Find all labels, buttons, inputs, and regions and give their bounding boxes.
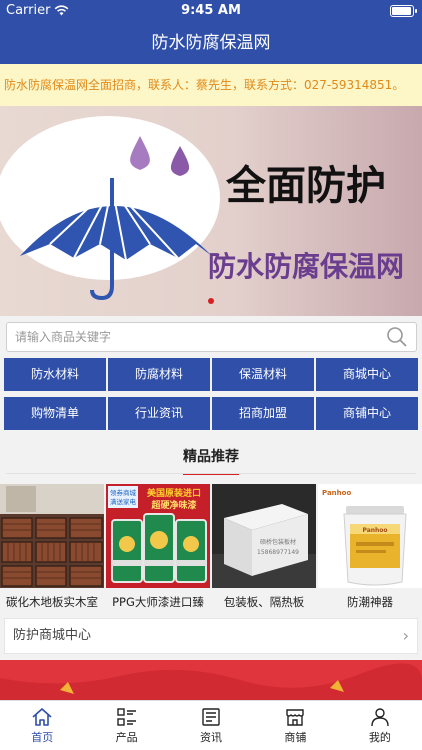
product-card[interactable]: 硕桥包装板材 15868977149 包装板、隔热板 <box>212 484 316 610</box>
status-time: 9:45 AM <box>181 3 241 18</box>
tab-label: 首页 <box>31 730 54 744</box>
tab-label: 资讯 <box>200 730 223 744</box>
category-shopping-list[interactable]: 购物清单 <box>4 397 106 430</box>
tab-label: 商铺 <box>284 730 307 744</box>
category-grid: 防水材料 防腐材料 保温材料 商城中心 购物清单 行业资讯 招商加盟 商铺中心 <box>4 358 418 430</box>
svg-text:美国原装进口: 美国原装进口 <box>147 487 201 499</box>
battery-level <box>392 7 411 15</box>
battery-icon <box>390 5 417 17</box>
section-divider <box>6 473 416 474</box>
tab-label: 我的 <box>368 730 391 744</box>
tab-home[interactable]: 首页 <box>0 701 84 750</box>
tab-products[interactable]: 产品 <box>84 701 168 750</box>
product-name: 防潮神器 <box>347 595 393 609</box>
product-name: 碳化木地板实木室 <box>6 595 98 609</box>
banner-headline: 全面防护 <box>225 163 386 209</box>
product-card[interactable]: 领券商城 满送家电 美国原装进口 超硬净味漆 PPG大师漆进口臻 <box>106 484 210 610</box>
search-icon[interactable] <box>386 326 408 348</box>
carousel-indicator[interactable] <box>0 289 422 308</box>
notice-text: 防水防腐保温网全面招商，联系人：蔡先生，联系方式：027-59314851。 <box>4 78 405 92</box>
tab-mine[interactable]: 我的 <box>338 701 422 750</box>
news-icon <box>202 707 220 726</box>
category-industry-news[interactable]: 行业资讯 <box>108 397 210 430</box>
chevron-right-icon: › <box>402 626 409 645</box>
svg-text:满送家电: 满送家电 <box>110 497 137 506</box>
svg-text:硕桥包装板材: 硕桥包装板材 <box>260 538 296 546</box>
tab-label: 产品 <box>115 730 138 744</box>
product-image <box>0 484 104 588</box>
category-waterproof[interactable]: 防水材料 <box>4 358 106 391</box>
mall-center-link[interactable]: 防护商城中心 › <box>4 618 418 654</box>
grid-list-icon <box>116 707 136 726</box>
svg-text:超硬净味漆: 超硬净味漆 <box>150 499 196 511</box>
svg-text:Panhoo: Panhoo <box>362 527 387 534</box>
category-insulation[interactable]: 保温材料 <box>212 358 314 391</box>
product-image: 领券商城 满送家电 美国原装进口 超硬净味漆 <box>106 484 210 588</box>
tab-stores[interactable]: 商铺 <box>253 701 337 750</box>
product-image: 硕桥包装板材 15868977149 <box>212 484 316 588</box>
tab-bar: 首页 产品 资讯 商铺 我的 <box>0 700 422 750</box>
search-bar[interactable] <box>6 322 417 352</box>
page-title: 防水防腐保温网 <box>151 33 271 53</box>
featured-header: 精品推荐 <box>0 446 422 475</box>
category-franchise[interactable]: 招商加盟 <box>212 397 314 430</box>
promo-banner[interactable] <box>0 660 422 700</box>
banner-carousel[interactable]: 全面防护 防水防腐保温网 <box>0 106 422 316</box>
product-name: 包装板、隔热板 <box>223 595 305 609</box>
store-icon <box>286 708 305 726</box>
banner-image: 全面防护 防水防腐保温网 <box>0 106 422 316</box>
promo-image <box>0 660 422 700</box>
tab-news[interactable]: 资讯 <box>169 701 253 750</box>
user-icon <box>371 707 389 726</box>
category-anticorrosion[interactable]: 防腐材料 <box>108 358 210 391</box>
category-mall-center[interactable]: 商城中心 <box>316 358 418 391</box>
banner-subline: 防水防腐保温网 <box>208 250 404 283</box>
mall-center-label: 防护商城中心 <box>13 628 92 643</box>
svg-text:Panhoo: Panhoo <box>322 489 351 497</box>
featured-products: 碳化木地板实木室 领券商城 满送家电 美国原装进口 超硬净味漆 PPG大师漆进口… <box>0 484 422 610</box>
nav-bar: 防水防腐保温网 <box>0 22 422 64</box>
svg-text:领券商城: 领券商城 <box>110 488 137 497</box>
search-input[interactable] <box>7 323 367 351</box>
status-bar: Carrier 9:45 AM <box>0 0 422 22</box>
svg-text:15868977149: 15868977149 <box>257 549 299 556</box>
featured-title: 精品推荐 <box>183 447 239 475</box>
product-image: Panhoo Panhoo <box>318 484 422 588</box>
product-card[interactable]: Panhoo Panhoo 防潮神器 <box>318 484 422 610</box>
carousel-dot-active[interactable] <box>208 298 214 304</box>
notice-marquee[interactable]: 防水防腐保温网全面招商，联系人：蔡先生，联系方式：027-59314851。 <box>0 64 422 106</box>
category-store-center[interactable]: 商铺中心 <box>316 397 418 430</box>
home-icon <box>32 707 52 726</box>
product-name: PPG大师漆进口臻 <box>112 595 204 609</box>
product-card[interactable]: 碳化木地板实木室 <box>0 484 104 610</box>
